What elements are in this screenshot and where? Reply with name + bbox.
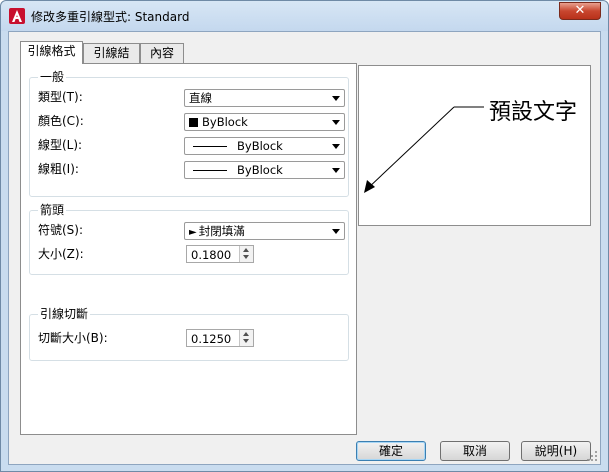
dialog-window: 修改多重引線型式: Standard ✕ 引線格式 引線結構 內容 一般 類型(… [0,0,609,472]
symbol-dropdown[interactable]: ► 封閉填滿 [184,222,345,240]
spin-up-icon[interactable] [243,248,249,252]
color-value-wrap: ByBlock [189,115,248,129]
arrowhead-group-title: 箭頭 [38,203,67,217]
line-sample-icon [193,146,227,147]
leader-format-panel: 一般 類型(T): 直線 顏色(C): ByBlock 線型(L): ByBlo… [20,63,357,435]
break-size-label: 切斷大小(B): [38,331,108,345]
size-value: 0.1800 [191,248,232,262]
linetype-dropdown[interactable]: ByBlock [184,137,345,155]
help-button-label: 說明(H) [534,444,578,458]
chevron-down-icon [332,120,340,125]
symbol-label: 符號(S): [38,223,84,237]
preview-text: 預設文字 [489,100,578,125]
window-title: 修改多重引線型式: Standard [31,10,190,24]
chevron-down-icon [332,96,340,101]
size-label: 大小(Z): [38,247,84,261]
linetype-value: ByBlock [237,139,283,153]
color-swatch-icon [189,118,198,127]
leader-break-group-title: 引線切斷 [38,307,91,321]
chevron-down-icon [332,144,340,149]
break-size-value: 0.1250 [191,332,232,346]
title-bar[interactable]: 修改多重引線型式: Standard ✕ [1,1,608,31]
tab-leader-structure[interactable]: 引線結構 [83,43,140,78]
lineweight-dropdown[interactable]: ByBlock [184,161,345,179]
tab-label: 引線格式 [27,44,76,58]
dialog-client: 引線格式 引線結構 內容 一般 類型(T): 直線 顏色(C): ByBlock [8,31,601,465]
color-dropdown[interactable]: ByBlock [184,113,345,131]
help-button[interactable]: 說明(H) [521,441,591,461]
general-group-title: 一般 [38,70,67,84]
tab-content[interactable]: 內容 [140,43,184,63]
symbol-value-wrap: ► 封閉填滿 [189,224,245,240]
color-value: ByBlock [202,115,248,129]
ok-button[interactable]: 確定 [356,441,426,461]
general-group: 一般 類型(T): 直線 顏色(C): ByBlock 線型(L): ByBlo… [29,70,349,197]
leader-break-group: 引線切斷 切斷大小(B): 0.1250 [29,307,349,361]
closed-filled-arrow-icon: ► [189,227,197,238]
spin-down-icon[interactable] [243,339,249,343]
leader-preview-graphic [364,106,484,193]
break-size-spinner[interactable]: 0.1250 [186,329,254,347]
chevron-down-icon [332,229,340,234]
autocad-logo-icon [9,8,25,24]
color-label: 顏色(C): [38,114,84,128]
lineweight-label: 線粗(I): [38,162,79,176]
tab-label: 內容 [149,46,174,60]
arrowhead-group: 箭頭 符號(S): ► 封閉填滿 大小(Z): 0.1800 [29,203,349,275]
spinner-buttons[interactable] [239,330,253,346]
resize-grip-icon[interactable] [586,450,598,462]
spin-up-icon[interactable] [243,332,249,336]
type-label: 類型(T): [38,90,83,104]
preview-pane: 預設文字 [358,65,591,226]
close-icon: ✕ [574,3,586,18]
cancel-button[interactable]: 取消 [440,441,510,461]
type-value: 直線 [189,91,212,105]
chevron-down-icon [332,168,340,173]
cancel-button-label: 取消 [462,444,487,458]
tab-leader-format[interactable]: 引線格式 [20,41,83,64]
linetype-label: 線型(L): [38,138,83,152]
symbol-value: 封閉填滿 [198,224,245,238]
spin-down-icon[interactable] [243,255,249,259]
size-spinner[interactable]: 0.1800 [186,245,254,263]
ok-button-label: 確定 [378,444,403,458]
close-button[interactable]: ✕ [559,2,601,20]
spinner-buttons[interactable] [239,246,253,262]
line-sample-icon [193,170,227,171]
type-dropdown[interactable]: 直線 [184,89,345,107]
lineweight-value: ByBlock [237,163,283,177]
